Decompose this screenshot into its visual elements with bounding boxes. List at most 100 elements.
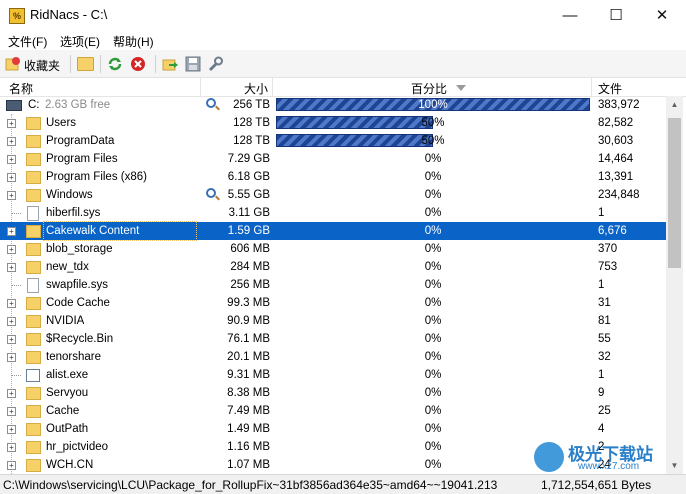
column-header: 名称 大小 百分比 文件	[0, 78, 686, 97]
table-row[interactable]: + ProgramData 128 TB 50% 30,603	[0, 132, 666, 150]
expand-icon[interactable]: +	[7, 335, 16, 344]
expand-icon[interactable]: +	[7, 425, 16, 434]
row-name: Code Cache	[46, 297, 110, 309]
row-size: 1.07 MB	[227, 459, 270, 471]
row-percent: 0%	[424, 351, 442, 363]
table-row[interactable]: + tenorshare 20.1 MB 0% 32	[0, 348, 666, 366]
expand-icon[interactable]: +	[7, 299, 16, 308]
row-files: 14,464	[598, 153, 634, 165]
table-row[interactable]: + Windows 5.55 GB 0% 234,848	[0, 186, 666, 204]
drive-row[interactable]: C: 2.63 GB free 256 TB 100% 383,972	[0, 96, 666, 114]
row-size: 5.55 GB	[227, 189, 270, 201]
folder-icon	[26, 441, 41, 454]
table-row[interactable]: + blob_storage 606 MB 0% 370	[0, 240, 666, 258]
column-divider[interactable]	[200, 78, 201, 96]
save-button[interactable]	[185, 54, 203, 74]
file-icon	[27, 278, 39, 293]
row-name: $Recycle.Bin	[46, 333, 114, 345]
favorites-icon	[5, 57, 20, 71]
row-name: alist.exe	[46, 369, 89, 381]
expand-icon[interactable]: +	[7, 155, 16, 164]
folder-icon	[26, 189, 41, 202]
expand-icon[interactable]: +	[7, 461, 16, 470]
table-row[interactable]: + Servyou 8.38 MB 0% 9	[0, 384, 666, 402]
expand-icon[interactable]: +	[7, 317, 16, 326]
table-row[interactable]: alist.exe 9.31 MB 0% 1	[0, 366, 666, 384]
tree-connector	[11, 375, 21, 376]
row-name: WCH.CN	[46, 459, 94, 471]
column-percent[interactable]: 百分比	[411, 80, 447, 97]
table-row[interactable]: + $Recycle.Bin 76.1 MB 0% 55	[0, 330, 666, 348]
table-row[interactable]: + NVIDIA 90.9 MB 0% 81	[0, 312, 666, 330]
tree-list[interactable]: C: 2.63 GB free 256 TB 100% 383,972 + Use…	[0, 96, 666, 474]
expand-icon[interactable]: +	[7, 389, 16, 398]
row-size: 90.9 MB	[227, 315, 270, 327]
table-row[interactable]: + Cakewalk Content 1.59 GB 0% 6,676	[0, 221, 666, 241]
vertical-scrollbar[interactable]: ▲ ▼	[666, 96, 683, 474]
row-files: 6,676	[598, 225, 627, 237]
table-row[interactable]: swapfile.sys 256 MB 0% 1	[0, 276, 666, 294]
row-size: 128 TB	[233, 117, 270, 129]
refresh-button[interactable]	[107, 54, 125, 74]
row-files: 13,391	[598, 171, 634, 183]
column-size[interactable]: 大小	[244, 80, 268, 97]
table-row[interactable]: + new_tdx 284 MB 0% 753	[0, 258, 666, 276]
expand-icon[interactable]: +	[7, 227, 16, 236]
column-files[interactable]: 文件	[598, 80, 622, 97]
row-size: 1.49 MB	[227, 423, 270, 435]
table-row[interactable]: + OutPath 1.49 MB 0% 4	[0, 420, 666, 438]
minimize-button[interactable]: —	[547, 0, 593, 31]
row-size: 6.18 GB	[227, 171, 270, 183]
favorites-label: 收藏夹	[24, 59, 61, 73]
menu-help[interactable]: 帮助(H)	[113, 33, 154, 50]
drive-size: 256 TB	[233, 99, 270, 111]
column-divider[interactable]	[272, 78, 273, 96]
expand-icon[interactable]: +	[7, 443, 16, 452]
row-files: 31	[598, 297, 611, 309]
open-folder-button[interactable]	[77, 54, 95, 74]
export-button[interactable]	[162, 54, 180, 74]
maximize-button[interactable]: ☐	[593, 0, 639, 31]
expand-icon[interactable]: +	[7, 137, 16, 146]
expand-icon[interactable]: +	[7, 173, 16, 182]
row-percent: 0%	[424, 423, 442, 435]
row-size: 256 MB	[230, 279, 270, 291]
row-size: 128 TB	[233, 135, 270, 147]
settings-button[interactable]	[207, 54, 225, 74]
row-name: Servyou	[46, 387, 89, 399]
stop-button[interactable]	[130, 54, 148, 74]
table-row[interactable]: + Program Files 7.29 GB 0% 14,464	[0, 150, 666, 168]
folder-icon	[26, 171, 41, 184]
table-row[interactable]: hiberfil.sys 3.11 GB 0% 1	[0, 204, 666, 222]
column-divider[interactable]	[591, 78, 592, 96]
close-button[interactable]: ✕	[639, 0, 685, 31]
row-percent: 0%	[424, 333, 442, 345]
table-row[interactable]: + Users 128 TB 50% 82,582	[0, 114, 666, 132]
refresh-icon	[108, 57, 122, 71]
menu-file[interactable]: 文件(F)	[8, 33, 47, 50]
menu-options[interactable]: 选项(E)	[60, 33, 100, 50]
scroll-up-icon[interactable]: ▲	[666, 96, 683, 113]
title-bar: % RidNacs - C:\ — ☐ ✕	[0, 0, 686, 31]
row-size: 9.31 MB	[227, 369, 270, 381]
expand-icon[interactable]: +	[7, 191, 16, 200]
table-row[interactable]: + Cache 7.49 MB 0% 25	[0, 402, 666, 420]
column-name[interactable]: 名称	[9, 80, 33, 97]
expand-icon[interactable]: +	[7, 119, 16, 128]
scrollbar-thumb[interactable]	[668, 118, 681, 268]
expand-icon[interactable]: +	[7, 245, 16, 254]
favorites-button[interactable]: 收藏夹	[5, 54, 67, 74]
row-size: 1.16 MB	[227, 441, 270, 453]
folder-icon	[26, 423, 41, 436]
row-name: Program Files (x86)	[46, 171, 147, 183]
table-row[interactable]: + Program Files (x86) 6.18 GB 0% 13,391	[0, 168, 666, 186]
row-name: blob_storage	[46, 243, 113, 255]
settings-icon	[208, 56, 223, 72]
table-row[interactable]: + Code Cache 99.3 MB 0% 31	[0, 294, 666, 312]
row-files: 32	[598, 351, 611, 363]
expand-icon[interactable]: +	[7, 263, 16, 272]
expand-icon[interactable]: +	[7, 407, 16, 416]
folder-icon	[26, 315, 41, 328]
expand-icon[interactable]: +	[7, 353, 16, 362]
row-percent: 0%	[424, 207, 442, 219]
